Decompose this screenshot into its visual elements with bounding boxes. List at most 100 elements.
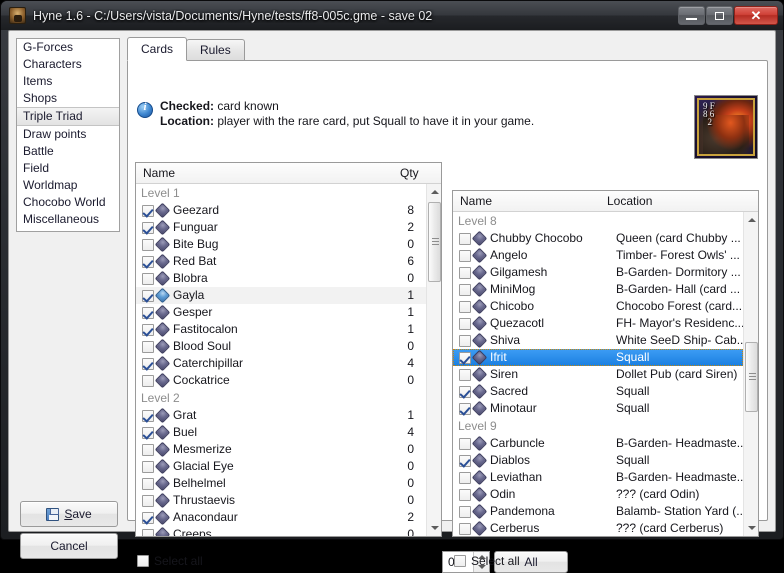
table-row[interactable]: Belhelmel 0: [136, 475, 426, 492]
row-checkbox[interactable]: [459, 334, 471, 347]
column-header-name-right[interactable]: Name: [453, 194, 600, 208]
row-checkbox[interactable]: [459, 300, 471, 313]
sidebar-item-g-forces[interactable]: G-Forces: [17, 39, 119, 56]
row-checkbox[interactable]: [142, 272, 154, 285]
scroll-up-icon[interactable]: [744, 212, 759, 228]
rare-cards-list[interactable]: Name Location Level 8 Chubby Chocobo Queen…: [452, 190, 759, 537]
table-row[interactable]: Glacial Eye 0: [136, 458, 426, 475]
row-checkbox[interactable]: [459, 232, 471, 245]
row-checkbox[interactable]: [459, 283, 471, 296]
rare-cards-rows[interactable]: Level 8 Chubby Chocobo Queen (card Chubby …: [453, 212, 743, 536]
table-row[interactable]: Fastitocalon 1: [136, 321, 426, 338]
sidebar-item-field[interactable]: Field: [17, 160, 119, 177]
column-header-location[interactable]: Location: [600, 194, 758, 208]
tab-rules[interactable]: Rules: [186, 39, 245, 61]
sidebar-item-draw-points[interactable]: Draw points: [17, 126, 119, 143]
row-checkbox[interactable]: [142, 289, 154, 302]
row-checkbox[interactable]: [142, 221, 154, 234]
sidebar-item-characters[interactable]: Characters: [17, 56, 119, 73]
table-row[interactable]: Angelo Timber- Forest Owls' ...: [453, 247, 743, 264]
table-row[interactable]: Geezard 8: [136, 202, 426, 219]
row-checkbox[interactable]: [459, 402, 471, 415]
table-row[interactable]: Caterchipillar 4: [136, 355, 426, 372]
owned-cards-scrollbar[interactable]: [426, 184, 441, 536]
row-checkbox[interactable]: [142, 460, 154, 473]
table-row[interactable]: Gilgamesh B-Garden- Dormitory ...: [453, 264, 743, 281]
table-row[interactable]: Red Bat 6: [136, 253, 426, 270]
table-row[interactable]: Ifrit Squall: [453, 349, 743, 366]
row-checkbox[interactable]: [459, 454, 471, 467]
row-checkbox[interactable]: [142, 238, 154, 251]
table-row[interactable]: Carbuncle B-Garden- Headmaste...: [453, 435, 743, 452]
row-checkbox[interactable]: [142, 374, 154, 387]
table-row[interactable]: Cerberus ??? (card Cerberus): [453, 520, 743, 536]
row-checkbox[interactable]: [142, 477, 154, 490]
sidebar-item-shops[interactable]: Shops: [17, 90, 119, 107]
table-row[interactable]: Cockatrice 0: [136, 372, 426, 389]
table-row[interactable]: Diablos Squall: [453, 452, 743, 469]
minimize-button[interactable]: [678, 6, 705, 25]
row-checkbox[interactable]: [142, 443, 154, 456]
table-row[interactable]: Gesper 1: [136, 304, 426, 321]
left-select-all-checkbox[interactable]: [137, 555, 149, 567]
table-row[interactable]: Funguar 2: [136, 219, 426, 236]
row-checkbox[interactable]: [459, 266, 471, 279]
row-checkbox[interactable]: [142, 426, 154, 439]
tab-cards[interactable]: Cards: [127, 37, 188, 61]
scroll-down-icon[interactable]: [744, 520, 759, 536]
row-checkbox[interactable]: [459, 437, 471, 450]
save-button[interactable]: Save: [20, 501, 118, 527]
owned-cards-rows[interactable]: Level 1 Geezard 8 Funguar 2 Bite Bug 0 Red Bat 6…: [136, 184, 426, 536]
row-checkbox[interactable]: [459, 505, 471, 518]
table-row[interactable]: Gayla 1: [136, 287, 426, 304]
row-checkbox[interactable]: [142, 255, 154, 268]
row-checkbox[interactable]: [142, 204, 154, 217]
sidebar-item-miscellaneous[interactable]: Miscellaneous: [17, 211, 119, 228]
table-row[interactable]: Odin ??? (card Odin): [453, 486, 743, 503]
table-row[interactable]: Sacred Squall: [453, 383, 743, 400]
table-row[interactable]: Siren Dollet Pub (card Siren): [453, 366, 743, 383]
table-row[interactable]: Thrustaevis 0: [136, 492, 426, 509]
left-select-all[interactable]: Select all: [137, 554, 203, 568]
sidebar-item-items[interactable]: Items: [17, 73, 119, 90]
row-checkbox[interactable]: [142, 306, 154, 319]
table-row[interactable]: Bite Bug 0: [136, 236, 426, 253]
right-select-all[interactable]: Select all: [454, 554, 520, 568]
table-row[interactable]: Pandemona Balamb- Station Yard (...: [453, 503, 743, 520]
table-row[interactable]: Blood Soul 0: [136, 338, 426, 355]
sidebar-item-chocobo-world[interactable]: Chocobo World: [17, 194, 119, 211]
row-checkbox[interactable]: [459, 368, 471, 381]
table-row[interactable]: Buel 4: [136, 424, 426, 441]
maximize-button[interactable]: [706, 6, 733, 25]
row-checkbox[interactable]: [142, 511, 154, 524]
sidebar-item-battle[interactable]: Battle: [17, 143, 119, 160]
table-row[interactable]: Chicobo Chocobo Forest (card...: [453, 298, 743, 315]
row-checkbox[interactable]: [142, 323, 154, 336]
scrollbar-thumb[interactable]: [428, 202, 441, 282]
row-checkbox[interactable]: [459, 488, 471, 501]
scroll-up-icon[interactable]: [427, 184, 442, 200]
table-row[interactable]: MiniMog B-Garden- Hall (card ...: [453, 281, 743, 298]
table-row[interactable]: Shiva White SeeD Ship- Cab...: [453, 332, 743, 349]
row-checkbox[interactable]: [142, 494, 154, 507]
row-checkbox[interactable]: [142, 528, 154, 536]
close-button[interactable]: ✕: [734, 6, 778, 25]
sidebar-item-worldmap[interactable]: Worldmap: [17, 177, 119, 194]
table-row[interactable]: Mesmerize 0: [136, 441, 426, 458]
scrollbar-thumb[interactable]: [745, 342, 758, 412]
table-row[interactable]: Chubby Chocobo Queen (card Chubby ...: [453, 230, 743, 247]
row-checkbox[interactable]: [142, 357, 154, 370]
row-checkbox[interactable]: [459, 351, 471, 364]
title-bar[interactable]: Hyne 1.6 - C:/Users/vista/Documents/Hyne…: [1, 1, 783, 30]
cancel-button[interactable]: Cancel: [20, 533, 118, 559]
table-row[interactable]: Grat 1: [136, 407, 426, 424]
table-row[interactable]: Minotaur Squall: [453, 400, 743, 417]
table-row[interactable]: Leviathan B-Garden- Headmaste...: [453, 469, 743, 486]
table-row[interactable]: Anacondaur 2: [136, 509, 426, 526]
scroll-down-icon[interactable]: [427, 520, 442, 536]
row-checkbox[interactable]: [459, 522, 471, 535]
sidebar-item-triple-triad[interactable]: Triple Triad: [17, 107, 119, 126]
row-checkbox[interactable]: [459, 317, 471, 330]
column-header-qty[interactable]: Qty: [393, 166, 441, 180]
sidebar-item-configuration[interactable]: Configuration: [17, 228, 119, 231]
